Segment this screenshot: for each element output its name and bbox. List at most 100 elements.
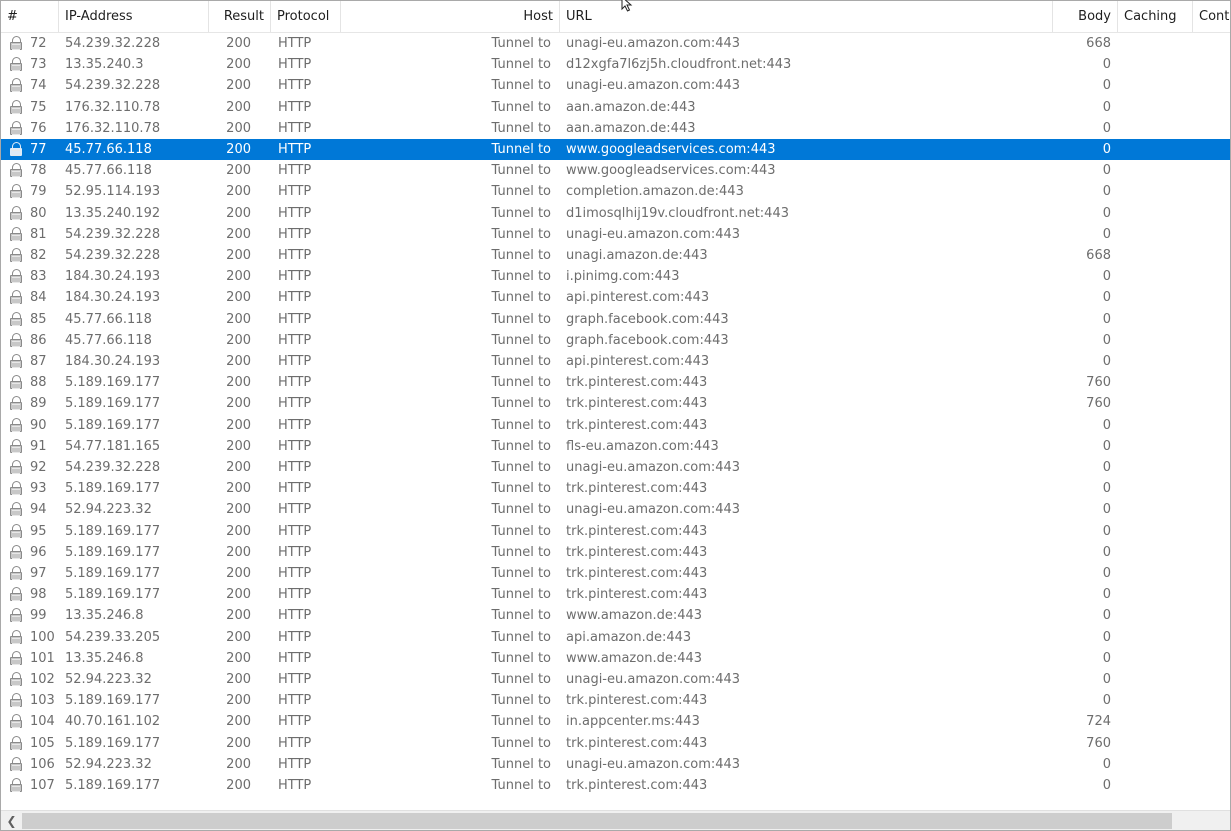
- row-number: 90: [30, 417, 47, 433]
- session-row[interactable]: 92 54.239.32.228 200 HTTP Tunnel to unagi-eu.…: [1, 457, 1230, 478]
- session-row[interactable]: 95 5.189.169.177 200 HTTP Tunnel to trk.pinte…: [1, 521, 1230, 542]
- session-row[interactable]: 87 184.30.24.193 200 HTTP Tunnel to api.pinte…: [1, 351, 1230, 372]
- row-number: 86: [30, 332, 47, 348]
- session-row[interactable]: 103 5.189.169.177 200 HTTP Tunnel to trk.pint…: [1, 690, 1230, 711]
- session-row[interactable]: 72 54.239.32.228 200 HTTP Tunnel to unagi-eu.…: [1, 33, 1230, 54]
- column-header-content-type[interactable]: Conte: [1193, 1, 1230, 32]
- session-row[interactable]: 84 184.30.24.193 200 HTTP Tunnel to api.pinte…: [1, 287, 1230, 308]
- row-number: 78: [30, 163, 47, 179]
- body-size-cell: 0: [1102, 502, 1111, 518]
- protocol-cell: HTTP: [278, 163, 312, 179]
- row-number: 74: [30, 78, 47, 94]
- session-row[interactable]: 94 52.94.223.32 200 HTTP Tunnel to unagi-eu.a…: [1, 499, 1230, 520]
- session-row[interactable]: 80 13.35.240.192 200 HTTP Tunnel to d1imosqlh…: [1, 203, 1230, 224]
- session-row[interactable]: 93 5.189.169.177 200 HTTP Tunnel to trk.pinte…: [1, 478, 1230, 499]
- host-cell: Tunnel to: [491, 566, 551, 581]
- session-row[interactable]: 101 13.35.246.8 200 HTTP Tunnel to www.amazon…: [1, 648, 1230, 669]
- body-size-cell: 0: [1102, 290, 1111, 306]
- session-row[interactable]: 75 176.32.110.78 200 HTTP Tunnel to aan.amazo…: [1, 97, 1230, 118]
- protocol-cell: HTTP: [278, 672, 312, 687]
- session-row[interactable]: 82 54.239.32.228 200 HTTP Tunnel to unagi.ama…: [1, 245, 1230, 266]
- row-number: 107: [30, 778, 55, 793]
- session-row[interactable]: 105 5.189.169.177 200 HTTP Tunnel to trk.pint…: [1, 733, 1230, 754]
- url-cell: i.pinimg.com:443: [566, 269, 680, 285]
- lock-icon: [10, 354, 23, 369]
- column-header-body[interactable]: Body: [1053, 1, 1118, 32]
- url-cell: trk.pinterest.com:443: [566, 523, 708, 539]
- session-row[interactable]: 85 45.77.66.118 200 HTTP Tunnel to graph.face…: [1, 309, 1230, 330]
- session-row[interactable]: 86 45.77.66.118 200 HTTP Tunnel to graph.face…: [1, 330, 1230, 351]
- session-row[interactable]: 107 5.189.169.177 200 HTTP Tunnel to trk.pint…: [1, 775, 1230, 796]
- protocol-cell: HTTP: [278, 756, 312, 772]
- chevron-left-icon[interactable]: ❮: [3, 811, 20, 830]
- session-row[interactable]: 102 52.94.223.32 200 HTTP Tunnel to unagi-eu.…: [1, 669, 1230, 690]
- column-header-caching[interactable]: Caching: [1118, 1, 1193, 32]
- session-row[interactable]: 78 45.77.66.118 200 HTTP Tunnel to www.google…: [1, 160, 1230, 181]
- lock-icon: [10, 587, 23, 602]
- ip-address-cell: 54.77.181.165: [65, 438, 161, 454]
- url-cell: api.amazon.de:443: [566, 629, 692, 645]
- ip-address-cell: 5.189.169.177: [65, 778, 161, 793]
- session-row[interactable]: 79 52.95.114.193 200 HTTP Tunnel to completio…: [1, 181, 1230, 202]
- result-cell: 200: [226, 417, 251, 433]
- horizontal-scrollbar[interactable]: ❮: [1, 810, 1230, 830]
- lock-icon: [10, 205, 23, 221]
- host-cell: Tunnel to: [491, 502, 551, 518]
- body-size-cell: 0: [1102, 672, 1111, 687]
- protocol-cell: HTTP: [278, 693, 312, 709]
- url-cell: aan.amazon.de:443: [566, 120, 696, 136]
- column-header-result[interactable]: Result: [209, 1, 271, 32]
- session-row[interactable]: 98 5.189.169.177 200 HTTP Tunnel to trk.pinte…: [1, 584, 1230, 605]
- scrollbar-thumb[interactable]: [22, 813, 1172, 829]
- url-cell: d12xgfa7l6zj5h.cloudfront.net:443: [566, 57, 792, 73]
- host-cell: Tunnel to: [491, 142, 551, 157]
- result-cell: 200: [226, 756, 251, 772]
- body-size-cell: 0: [1102, 99, 1111, 115]
- column-header-host[interactable]: Host: [341, 1, 560, 32]
- lock-icon: [10, 566, 23, 581]
- ip-address-cell: 5.189.169.177: [65, 735, 161, 751]
- session-row[interactable]: 83 184.30.24.193 200 HTTP Tunnel to i.pinimg.…: [1, 266, 1230, 287]
- lock-icon: [10, 226, 23, 242]
- url-cell: unagi-eu.amazon.com:443: [566, 756, 741, 772]
- session-row[interactable]: 100 54.239.33.205 200 HTTP Tunnel to api.amaz…: [1, 627, 1230, 648]
- lock-icon: [10, 417, 23, 433]
- row-number: 72: [30, 36, 47, 51]
- body-size-cell: 0: [1102, 332, 1111, 348]
- host-cell: Tunnel to: [491, 650, 551, 666]
- session-row[interactable]: 89 5.189.169.177 200 HTTP Tunnel to trk.pinte…: [1, 393, 1230, 414]
- url-cell: www.googleadservices.com:443: [566, 142, 776, 157]
- session-row[interactable]: 104 40.70.161.102 200 HTTP Tunnel to in.appce…: [1, 711, 1230, 732]
- column-header-number[interactable]: #: [1, 1, 59, 32]
- session-row[interactable]: 76 176.32.110.78 200 HTTP Tunnel to aan.amazo…: [1, 118, 1230, 139]
- lock-icon: [10, 460, 23, 475]
- row-number: 88: [30, 375, 47, 391]
- host-cell: Tunnel to: [491, 163, 551, 179]
- session-row[interactable]: 106 52.94.223.32 200 HTTP Tunnel to unagi-eu.…: [1, 754, 1230, 775]
- session-row[interactable]: 99 13.35.246.8 200 HTTP Tunnel to www.amazon.…: [1, 605, 1230, 626]
- row-number: 104: [30, 714, 55, 730]
- ip-address-cell: 5.189.169.177: [65, 375, 161, 391]
- body-size-cell: 0: [1102, 163, 1111, 179]
- ip-address-cell: 5.189.169.177: [65, 481, 161, 497]
- session-row[interactable]: 73 13.35.240.3 200 HTTP Tunnel to d12xgfa7l6z…: [1, 54, 1230, 75]
- column-header-protocol[interactable]: Protocol: [271, 1, 341, 32]
- row-number: 92: [30, 460, 47, 475]
- host-cell: Tunnel to: [491, 354, 551, 369]
- row-number: 105: [30, 735, 55, 751]
- session-row[interactable]: 91 54.77.181.165 200 HTTP Tunnel to fls-eu.am…: [1, 436, 1230, 457]
- column-header-ip-address[interactable]: IP-Address: [59, 1, 209, 32]
- session-row[interactable]: 96 5.189.169.177 200 HTTP Tunnel to trk.pinte…: [1, 542, 1230, 563]
- session-row[interactable]: 77 45.77.66.118 200 HTTP Tunnel to www.google…: [1, 139, 1230, 160]
- session-row[interactable]: 97 5.189.169.177 200 HTTP Tunnel to trk.pinte…: [1, 563, 1230, 584]
- session-row[interactable]: 90 5.189.169.177 200 HTTP Tunnel to trk.pinte…: [1, 415, 1230, 436]
- protocol-cell: HTTP: [278, 99, 312, 115]
- row-number: 95: [30, 523, 47, 539]
- row-number: 101: [30, 650, 55, 666]
- result-cell: 200: [226, 481, 251, 497]
- session-row[interactable]: 81 54.239.32.228 200 HTTP Tunnel to unagi-eu.…: [1, 224, 1230, 245]
- session-row[interactable]: 74 54.239.32.228 200 HTTP Tunnel to unagi-eu.…: [1, 75, 1230, 96]
- row-number: 79: [30, 184, 47, 200]
- session-row[interactable]: 88 5.189.169.177 200 HTTP Tunnel to trk.pinte…: [1, 372, 1230, 393]
- url-cell: trk.pinterest.com:443: [566, 693, 708, 709]
